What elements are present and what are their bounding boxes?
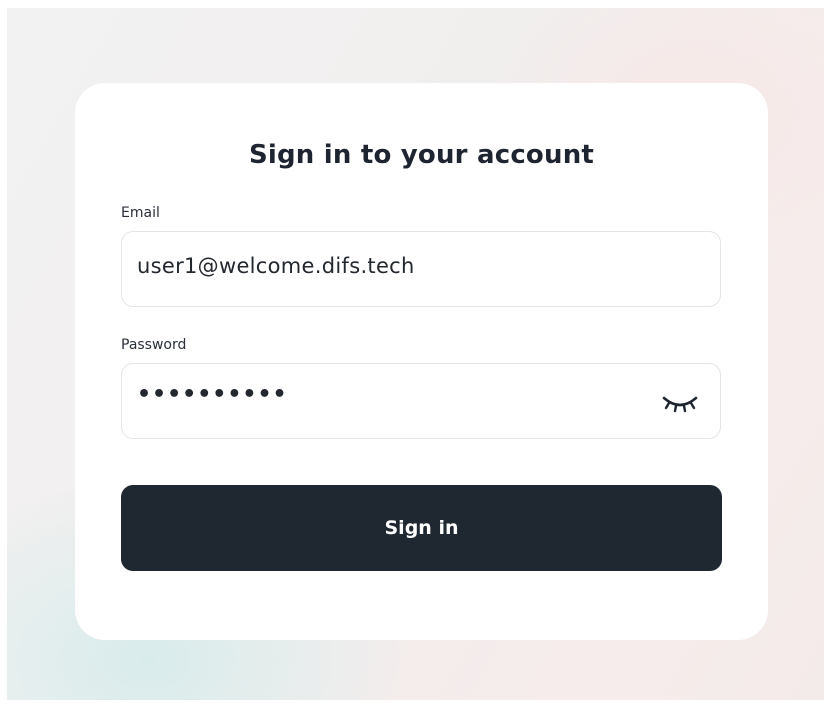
page-background: Sign in to your account Email user1@welc… [7, 8, 824, 700]
page-title: Sign in to your account [248, 140, 595, 170]
password-label: Password [121, 337, 187, 353]
email-value[interactable]: user1@welcome.difs.tech [137, 254, 415, 278]
password-field[interactable]: •••••••••• [121, 363, 721, 439]
sign-in-card: Sign in to your account Email user1@welc… [75, 83, 768, 640]
eye-closed-icon[interactable] [660, 390, 700, 416]
password-value[interactable]: •••••••••• [137, 382, 288, 407]
sign-in-button[interactable]: Sign in [121, 485, 722, 571]
email-label: Email [121, 205, 160, 221]
email-field[interactable]: user1@welcome.difs.tech [121, 231, 721, 307]
